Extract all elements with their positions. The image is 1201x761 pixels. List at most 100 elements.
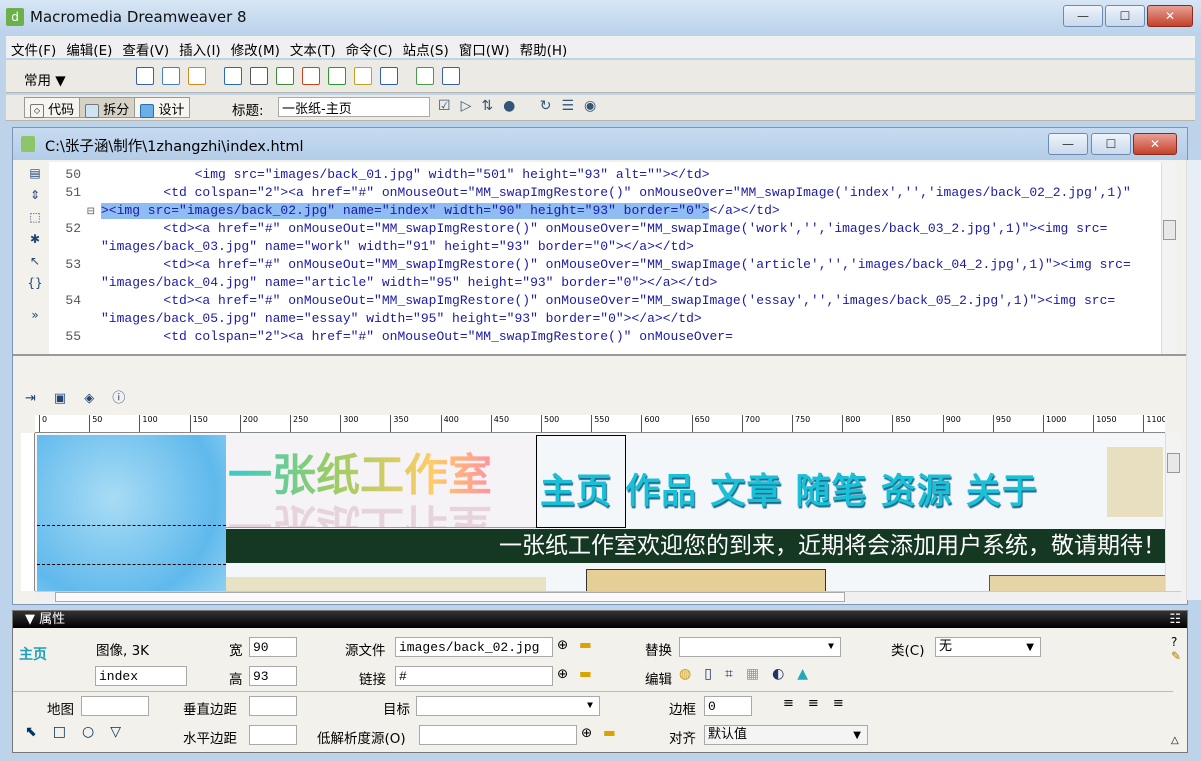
visual-aids-icon[interactable]: ◈ xyxy=(84,391,112,406)
collapse-code-icon[interactable]: ⊟ xyxy=(87,207,95,218)
design-scrollbar[interactable] xyxy=(1165,433,1181,591)
split-divider[interactable] xyxy=(13,354,1187,382)
align-right-icon[interactable]: ≡ xyxy=(833,696,858,711)
code-line[interactable]: ><img src="images/back_02.jpg" name="ind… xyxy=(99,202,1161,220)
code-line[interactable]: "images/back_03.jpg" name="work" width="… xyxy=(99,238,1161,256)
visual-aids-icon[interactable]: ◉ xyxy=(584,98,606,114)
nav-images[interactable]: 主页 作品 文章 随笔 资源 关于 xyxy=(540,463,1038,514)
logo-image[interactable]: 一张纸工作室 一张纸工作室 xyxy=(226,435,536,528)
scroll-thumb[interactable] xyxy=(1163,220,1176,240)
design-view[interactable]: 一张纸工作室 一张纸工作室 主页 作品 文章 随笔 资源 关于 一张纸工作室欢迎… xyxy=(35,433,1165,591)
polygon-hotspot-icon[interactable]: ▽ xyxy=(110,724,137,740)
more-icon[interactable]: » xyxy=(21,304,49,326)
menu-item[interactable]: 插入(I) xyxy=(174,36,226,59)
code-view-button[interactable]: ◇ 代码 xyxy=(25,98,79,118)
menu-item[interactable]: 编辑(E) xyxy=(61,36,117,59)
named-anchor-icon[interactable] xyxy=(188,67,206,85)
code-line[interactable]: <td colspan="2"><a href="#" onMouseOut="… xyxy=(99,184,1161,202)
code-line[interactable]: <td><a href="#" onMouseOut="MM_swapImgRe… xyxy=(99,256,1161,274)
main-scrollbar[interactable] xyxy=(1186,160,1201,600)
doc-minimize-button[interactable]: — xyxy=(1048,133,1088,155)
align-center-icon[interactable]: ≡ xyxy=(808,696,833,711)
menu-item[interactable]: 窗口(W) xyxy=(454,36,515,59)
sync-icon[interactable]: ⇅ xyxy=(481,98,503,114)
code-line[interactable]: <td><a href="#" onMouseOut="MM_swapImgRe… xyxy=(99,292,1161,310)
file-management-icon[interactable]: ▷ xyxy=(461,98,482,114)
menu-item[interactable]: 查看(V) xyxy=(117,36,174,59)
select-parent-tag-icon[interactable]: ↖ xyxy=(21,250,49,272)
sharpen-icon[interactable]: ▲ xyxy=(797,666,821,682)
split-view-button[interactable]: 拆分 xyxy=(79,98,136,118)
code-line[interactable]: "images/back_05.jpg" name="essay" width=… xyxy=(99,310,1161,328)
border-input[interactable] xyxy=(704,696,752,716)
collapse-panel-icon[interactable]: △ xyxy=(1171,735,1179,746)
preview-browser-icon[interactable]: ● xyxy=(503,98,525,114)
hyperlink-icon[interactable] xyxy=(136,67,154,85)
resample-icon[interactable]: ▦ xyxy=(746,666,772,682)
div-icon[interactable] xyxy=(250,67,268,85)
doc-close-button[interactable]: ✕ xyxy=(1133,133,1177,155)
map-input[interactable] xyxy=(81,696,149,716)
point-to-file-icon[interactable]: ⊕ xyxy=(557,637,568,653)
validate-icon[interactable]: ☑ xyxy=(438,98,461,114)
image-name-input[interactable] xyxy=(95,666,187,686)
code-scrollbar[interactable] xyxy=(1161,162,1177,354)
fireworks-edit-icon[interactable]: ◍ xyxy=(679,666,704,682)
browse-folder-icon[interactable]: ▬ xyxy=(603,725,616,741)
alt-dropdown[interactable] xyxy=(679,637,841,657)
insert-category-dropdown[interactable]: 常用 ▼ xyxy=(24,69,66,89)
table-icon[interactable] xyxy=(224,67,242,85)
open-documents-icon[interactable]: ▤ xyxy=(21,162,49,184)
expand-all-icon[interactable]: ✱ xyxy=(21,228,49,250)
minimize-button[interactable]: — xyxy=(1063,5,1103,27)
align-dropdown[interactable]: 默认值 xyxy=(704,725,868,745)
point-to-file-icon[interactable]: ⊕ xyxy=(581,725,592,741)
scroll-thumb[interactable] xyxy=(1167,453,1180,473)
server-side-include-icon[interactable] xyxy=(380,67,398,85)
hspace-input[interactable] xyxy=(249,725,297,745)
media-icon[interactable] xyxy=(302,67,320,85)
help-icon[interactable]: ? xyxy=(1171,635,1177,649)
link-input[interactable] xyxy=(395,666,553,686)
design-hscrollbar[interactable] xyxy=(35,591,1181,603)
image-icon[interactable] xyxy=(276,67,294,85)
brightness-contrast-icon[interactable]: ◐ xyxy=(772,666,797,682)
refresh-icon[interactable]: ↻ xyxy=(540,98,562,114)
email-link-icon[interactable] xyxy=(162,67,180,85)
menu-item[interactable]: 命令(C) xyxy=(341,36,398,59)
hscroll-thumb[interactable] xyxy=(55,592,845,602)
info-icon[interactable]: ⓘ xyxy=(112,391,143,406)
page-title-input[interactable] xyxy=(278,97,430,117)
code-view[interactable]: <img src="images/back_01.jpg" width="501… xyxy=(99,162,1161,354)
date-icon[interactable] xyxy=(328,67,346,85)
menu-item[interactable]: 修改(M) xyxy=(226,36,285,59)
point-to-file-icon[interactable]: ⊕ xyxy=(557,666,568,682)
design-view-button[interactable]: 设计 xyxy=(135,98,189,118)
template-icon[interactable] xyxy=(416,67,434,85)
browse-folder-icon[interactable]: ▬ xyxy=(579,637,592,653)
layout-icon[interactable]: ▣ xyxy=(54,391,84,406)
close-button[interactable]: ✕ xyxy=(1147,5,1193,27)
doc-maximize-button[interactable]: ☐ xyxy=(1091,133,1131,155)
target-dropdown[interactable] xyxy=(416,696,600,716)
class-dropdown[interactable]: 无 xyxy=(935,637,1041,657)
collapse-selection-icon[interactable]: ⬚ xyxy=(21,206,49,228)
rect-hotspot-icon[interactable]: □ xyxy=(53,724,82,740)
tag-chooser-icon[interactable] xyxy=(442,67,460,85)
width-input[interactable] xyxy=(249,637,297,657)
pointer-hotspot-icon[interactable]: ⬉ xyxy=(25,724,53,740)
code-line[interactable]: <td colspan="2"><a href="#" onMouseOut="… xyxy=(99,328,1161,346)
optimize-icon[interactable]: ▯ xyxy=(704,666,725,682)
crop-icon[interactable]: ⌗ xyxy=(725,666,746,682)
src-input[interactable] xyxy=(395,637,553,657)
browse-folder-icon[interactable]: ▬ xyxy=(579,666,592,682)
code-line[interactable]: <img src="images/back_01.jpg" width="501… xyxy=(99,166,1161,184)
height-input[interactable] xyxy=(249,666,297,686)
circle-hotspot-icon[interactable]: ○ xyxy=(82,724,110,740)
maximize-button[interactable]: ☐ xyxy=(1105,5,1145,27)
view-options-icon[interactable]: ☰ xyxy=(561,98,584,114)
code-line[interactable]: "images/back_04.jpg" name="article" widt… xyxy=(99,274,1161,292)
quick-tag-editor-icon[interactable]: ✎ xyxy=(1171,649,1181,663)
menu-item[interactable]: 帮助(H) xyxy=(515,36,573,59)
vspace-input[interactable] xyxy=(249,696,297,716)
